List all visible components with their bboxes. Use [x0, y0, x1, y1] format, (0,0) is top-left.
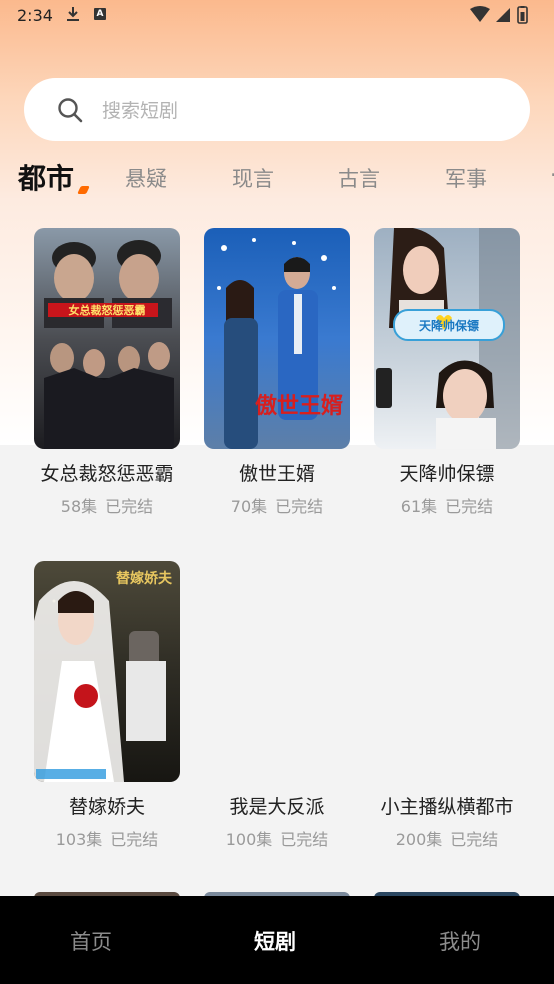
- drama-title[interactable]: 替嫁娇夫: [14, 792, 200, 819]
- episode-count: 70集: [230, 497, 268, 516]
- nav-short-drama[interactable]: 短剧: [254, 926, 296, 956]
- cover-caption: 替嫁娇夫: [116, 570, 173, 587]
- drama-cover-empty[interactable]: [374, 561, 520, 782]
- episode-count: 61集: [400, 497, 438, 516]
- episode-count: 200集: [395, 830, 443, 849]
- drama-meta: 200集 已完结: [354, 826, 540, 850]
- search-input[interactable]: [100, 94, 494, 128]
- episode-count: 58集: [60, 497, 98, 516]
- nav-home[interactable]: 首页: [70, 926, 112, 956]
- status-bar: 2:34 A: [0, 0, 554, 32]
- drama-status: 已完结: [110, 830, 159, 849]
- tab-xianyan[interactable]: 现言: [232, 163, 274, 193]
- drama-meta: 103集 已完结: [14, 826, 200, 850]
- episode-count: 100集: [225, 830, 273, 849]
- search-icon: [58, 98, 83, 123]
- drama-cover[interactable]: 傲世王婿: [204, 228, 350, 449]
- drama-meta: 61集 已完结: [354, 493, 540, 517]
- tab-junshi[interactable]: 军事: [445, 163, 487, 193]
- category-tabs: 都市 悬疑 现言 古言 军事 ·: [0, 155, 554, 205]
- drama-status: 已完结: [105, 497, 154, 516]
- tab-guyan[interactable]: 古言: [338, 163, 380, 193]
- notification-a-icon: A: [94, 8, 106, 20]
- drama-cover[interactable]: 天降帅保镖: [374, 228, 520, 449]
- signal-icon: [496, 8, 510, 22]
- nav-mine[interactable]: 我的: [439, 926, 481, 956]
- drama-title[interactable]: 天降帅保镖: [354, 459, 540, 486]
- drama-status: 已完结: [450, 830, 499, 849]
- drama-status: 已完结: [275, 497, 324, 516]
- drama-cover[interactable]: 女总裁怒惩恶霸: [34, 228, 180, 449]
- drama-meta: 100集 已完结: [184, 826, 370, 850]
- drama-title[interactable]: 女总裁怒惩恶霸: [14, 459, 200, 486]
- cover-caption: 傲世王婿: [255, 393, 343, 419]
- drama-title[interactable]: 小主播纵横都市: [354, 792, 540, 819]
- search-bar[interactable]: [24, 78, 530, 141]
- cover-caption: 天降帅保镖: [419, 318, 479, 333]
- status-icons: [470, 6, 528, 24]
- download-icon: [67, 7, 79, 21]
- bottom-navigation: 首页 短剧 我的: [0, 896, 554, 984]
- tab-xuanyi[interactable]: 悬疑: [125, 163, 167, 193]
- status-time: 2:34: [17, 6, 53, 25]
- tab-dushi[interactable]: 都市: [18, 157, 74, 197]
- cover-caption: 女总裁怒惩恶霸: [69, 303, 146, 317]
- drama-cover[interactable]: 替嫁娇夫: [34, 561, 180, 782]
- drama-meta: 70集 已完结: [184, 493, 370, 517]
- drama-title[interactable]: 傲世王婿: [184, 459, 370, 486]
- tab-more-partial[interactable]: ·: [550, 163, 554, 187]
- drama-status: 已完结: [280, 830, 329, 849]
- wifi-icon: [470, 6, 490, 22]
- drama-cover-empty[interactable]: [204, 561, 350, 782]
- drama-title[interactable]: 我是大反派: [184, 792, 370, 819]
- episode-count: 103集: [55, 830, 103, 849]
- drama-status: 已完结: [445, 497, 494, 516]
- drama-meta: 58集 已完结: [14, 493, 200, 517]
